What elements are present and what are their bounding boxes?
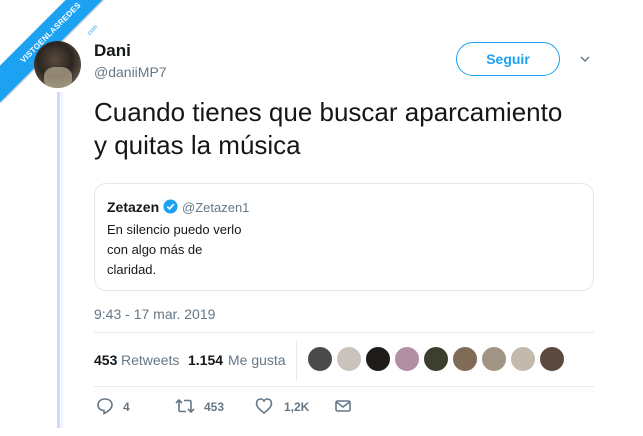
quoted-name: Zetazen: [107, 199, 160, 215]
thread-rule: [57, 92, 60, 428]
author-name[interactable]: Dani: [94, 41, 131, 61]
quoted-handle: @Zetazen1: [182, 200, 250, 215]
retweet-button[interactable]: 453: [174, 397, 244, 417]
message-icon: [335, 400, 351, 412]
quoted-line: En silencio puedo verlo: [107, 222, 242, 237]
tweet-line: Cuando tienes que buscar aparcamiento: [94, 97, 563, 127]
follow-button[interactable]: Seguir: [456, 42, 560, 76]
liker-avatar[interactable]: [539, 346, 565, 372]
retweet-count[interactable]: 453: [94, 352, 117, 368]
reply-count: 4: [123, 400, 130, 414]
timestamp[interactable]: 9:43 - 17 mar. 2019: [94, 306, 215, 322]
retweet-action-count: 453: [204, 400, 225, 414]
reply-icon: [97, 398, 113, 415]
like-count[interactable]: 1.154: [188, 352, 223, 368]
tweet-text: Cuando tienes que buscar aparcamiento y …: [94, 96, 614, 162]
liker-avatar[interactable]: [423, 346, 449, 372]
quoted-line: claridad.: [107, 262, 157, 277]
quoted-tweet[interactable]: Zetazen @Zetazen1 En silencio puedo verl…: [94, 183, 594, 291]
like-action-count: 1,2K: [284, 400, 310, 414]
message-button[interactable]: [334, 397, 356, 417]
liker-avatar[interactable]: [481, 346, 507, 372]
divider: [94, 332, 594, 333]
tweet-line: y quitas la música: [94, 130, 301, 160]
heart-icon: [255, 398, 273, 415]
retweet-icon: [175, 398, 195, 414]
like-button[interactable]: 1,2K: [255, 397, 325, 417]
liker-avatar[interactable]: [452, 346, 478, 372]
quoted-line: con algo más de: [107, 242, 203, 257]
liker-avatar[interactable]: [365, 346, 391, 372]
thread-rule-shadow: [61, 92, 63, 428]
liker-avatar[interactable]: [510, 346, 536, 372]
reply-button[interactable]: 4: [96, 397, 156, 417]
avatar[interactable]: [34, 41, 81, 88]
liker-avatar[interactable]: [307, 346, 333, 372]
caret-down-icon[interactable]: [580, 54, 590, 64]
like-label[interactable]: Me gusta: [228, 352, 286, 368]
verified-badge-icon: [163, 199, 178, 214]
retweet-label[interactable]: Retweets: [121, 352, 179, 368]
author-handle[interactable]: @daniiMP7: [94, 64, 167, 80]
liker-avatar[interactable]: [336, 346, 362, 372]
liker-avatar[interactable]: [394, 346, 420, 372]
divider: [94, 386, 594, 387]
divider: [296, 341, 297, 381]
